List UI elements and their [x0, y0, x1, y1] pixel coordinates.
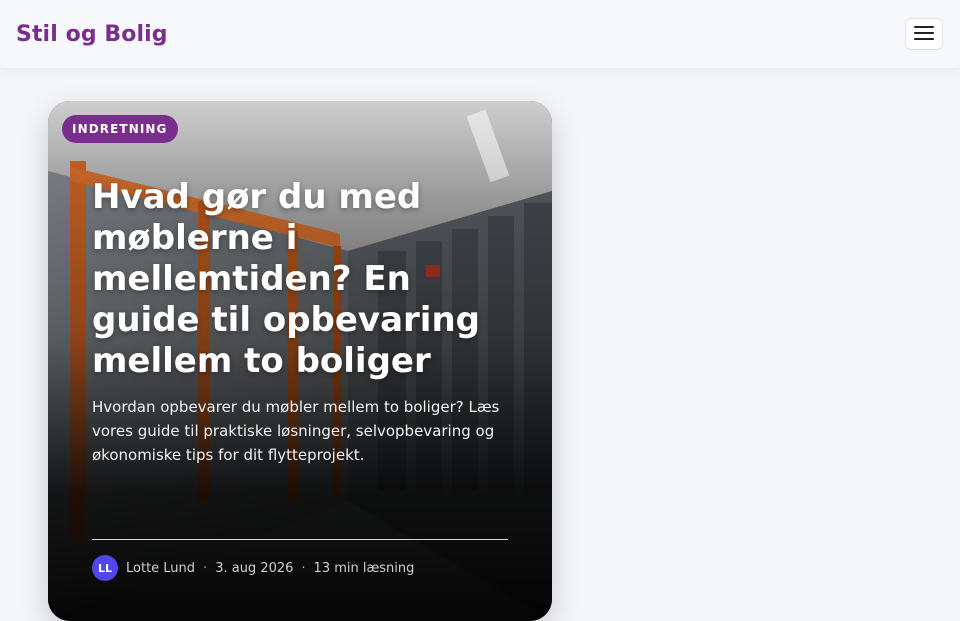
read-time: 13 min læsning	[313, 560, 415, 576]
author-avatar: LL	[92, 555, 118, 581]
article-meta: LL Lotte Lund · 3. aug 2026 · 13 min læs…	[92, 555, 414, 581]
top-navigation-bar: Stil og Bolig	[0, 0, 960, 68]
meta-separator: ·	[301, 560, 306, 576]
menu-button[interactable]	[905, 18, 943, 50]
site-logo[interactable]: Stil og Bolig	[16, 22, 168, 47]
featured-article-card[interactable]: INDRETNING Hvad gør du med møblerne i me…	[48, 101, 552, 621]
publish-date: 3. aug 2026	[215, 560, 294, 576]
category-badge[interactable]: INDRETNING	[62, 115, 178, 143]
meta-separator: ·	[203, 560, 208, 576]
article-excerpt: Hvordan opbevarer du møbler mellem to bo…	[92, 398, 500, 464]
meta-divider	[92, 539, 508, 540]
author-name[interactable]: Lotte Lund	[126, 561, 195, 576]
article-title[interactable]: Hvad gør du med møblerne i mellemtiden? …	[92, 177, 512, 382]
hamburger-menu-icon	[914, 25, 934, 44]
